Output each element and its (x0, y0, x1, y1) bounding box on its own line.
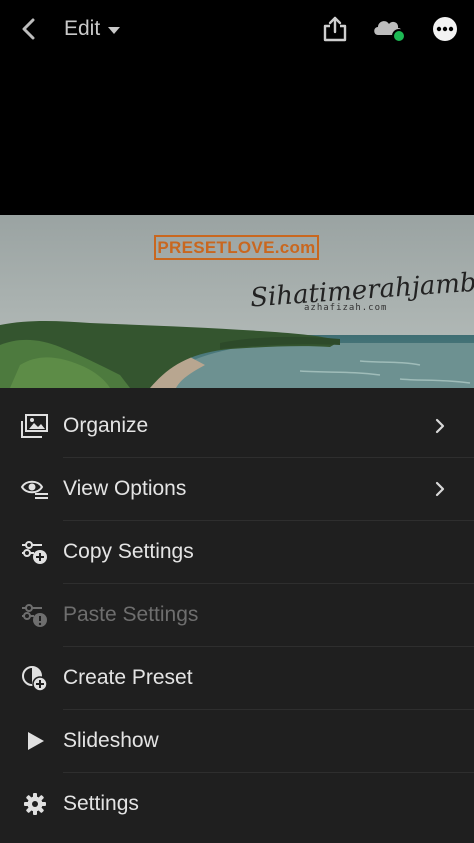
signature-subtext: azhafizah.com (304, 303, 387, 313)
signature-sub-text: azhafizah.com (304, 303, 388, 313)
menu-item-label: Settings (63, 791, 139, 815)
share-button[interactable] (318, 13, 352, 45)
create-preset-icon (20, 663, 50, 693)
caret-down-icon (108, 27, 121, 34)
settings-icon (20, 789, 50, 819)
edit-mode-dropdown[interactable]: Edit (64, 15, 121, 43)
slideshow-icon (20, 726, 50, 756)
menu-item-organize[interactable]: Organize (0, 394, 474, 457)
more-options-menu: Organize View Options Copy Settings Past… (0, 388, 474, 843)
menu-item-label: Copy Settings (63, 539, 194, 563)
chevron-left-icon (22, 18, 35, 40)
more-horizontal-icon (433, 17, 457, 41)
chevron-right-icon (435, 418, 445, 433)
menu-item-paste-settings[interactable]: Paste Settings (0, 583, 474, 646)
menu-item-label: Create Preset (63, 665, 193, 689)
watermark-logo: PRESETLOVE.com (154, 235, 319, 260)
cloud-sync-button[interactable] (372, 13, 406, 45)
more-options-button[interactable] (428, 13, 462, 45)
menu-item-label: View Options (63, 476, 187, 500)
top-bar: Edit (0, 0, 474, 58)
menu-item-label: Slideshow (63, 728, 159, 752)
chevron-right-icon (435, 481, 445, 496)
view-options-icon (20, 474, 50, 504)
paste-settings-icon (20, 600, 50, 630)
menu-item-create-preset[interactable]: Create Preset (0, 646, 474, 709)
menu-item-settings[interactable]: Settings (0, 772, 474, 835)
photo-preview[interactable]: PRESETLOVE.com Sihatimerahjambu azhafiza… (0, 215, 474, 388)
menu-item-slideshow[interactable]: Slideshow (0, 709, 474, 772)
cloud-synced-icon (374, 21, 406, 43)
watermark-brand-text: PRESETLOVE.com (157, 237, 316, 257)
organize-icon (20, 411, 50, 441)
menu-item-label: Organize (63, 413, 149, 437)
share-icon (323, 16, 347, 42)
edit-mode-label: Edit (64, 17, 101, 40)
copy-settings-icon (20, 537, 50, 567)
menu-item-copy-settings[interactable]: Copy Settings (0, 520, 474, 583)
back-button[interactable] (14, 14, 44, 44)
menu-item-view-options[interactable]: View Options (0, 457, 474, 520)
menu-item-label: Paste Settings (63, 602, 199, 626)
